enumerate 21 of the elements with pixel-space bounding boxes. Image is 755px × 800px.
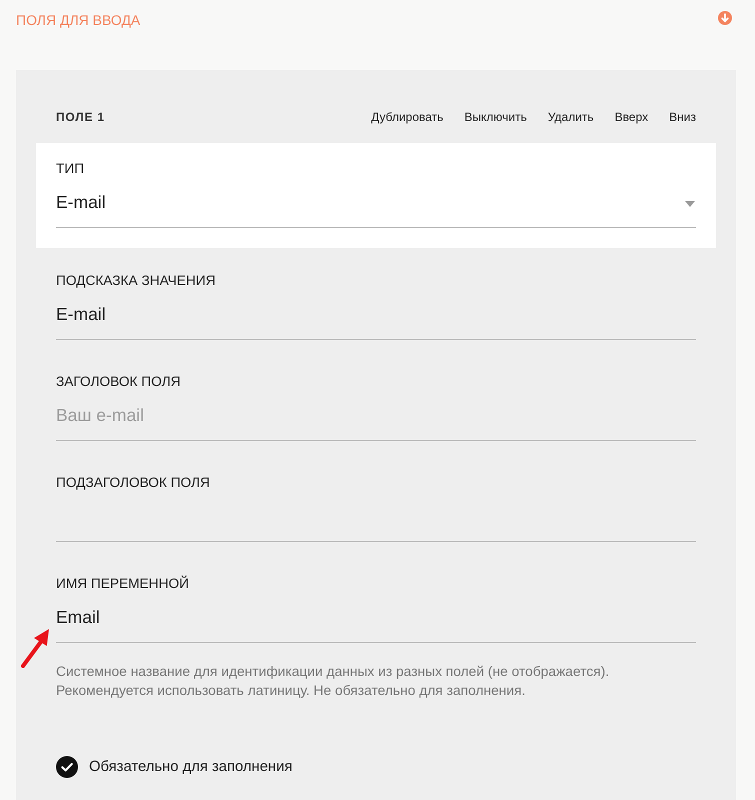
card-action-link[interactable]: Удалить xyxy=(548,109,594,125)
field-label: ЗАГОЛОВОК ПОЛЯ xyxy=(56,374,182,390)
type-dropdown[interactable]: E-mail xyxy=(56,177,696,228)
field-label: ПОДЗАГОЛОВОК ПОЛЯ xyxy=(56,475,211,491)
section-title: ПОЛЯ ДЛЯ ВВОДА xyxy=(16,12,140,28)
card-action-link[interactable]: Вниз xyxy=(669,109,696,125)
input-field[interactable]: E-mail xyxy=(56,289,696,340)
card-title: ПОЛЕ 1 xyxy=(56,109,105,125)
field-label: ПОДСКАЗКА ЗНАЧЕНИЯ xyxy=(56,273,217,289)
checkbox[interactable] xyxy=(56,756,78,778)
card-action-link[interactable]: Выключить xyxy=(464,109,527,125)
card-action-link[interactable]: Дублировать xyxy=(371,109,444,125)
field-label: ИМЯ ПЕРЕМЕННОЙ xyxy=(56,576,190,592)
checkbox-label: Обязательно для заполнения xyxy=(89,758,292,776)
field-label: ТИП xyxy=(56,161,86,177)
card-action-link[interactable]: Вверх xyxy=(614,109,648,125)
input-field[interactable]: Ваш e-mail xyxy=(56,390,696,441)
input-field[interactable]: Email xyxy=(56,592,696,643)
caret-icon xyxy=(685,201,695,207)
help-text: Системное название для идентификации данных из разных полей (не отображается). Рекомендуется использовать латиницу. Не обязательно для заполнения. xyxy=(56,663,610,700)
annotation-arrow-icon xyxy=(20,628,50,668)
